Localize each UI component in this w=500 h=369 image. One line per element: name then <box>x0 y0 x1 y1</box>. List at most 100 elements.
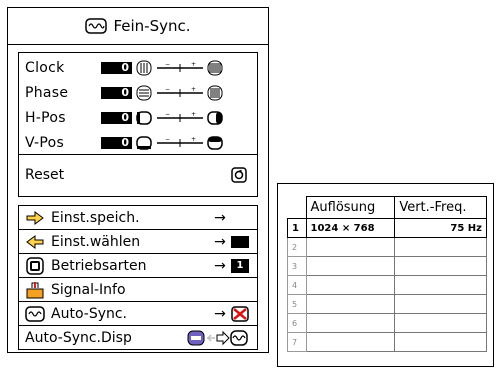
submenu-arrow: → <box>214 209 226 226</box>
select-arrow-icon <box>26 234 44 249</box>
auto-sync-off-icon <box>231 305 249 322</box>
freq-header: Vert.-Freq. <box>394 196 487 219</box>
resolution-header: Auflösung <box>305 196 396 219</box>
auto-sync-disp-options[interactable] <box>187 329 249 347</box>
auto-sync-icon <box>25 305 45 322</box>
menu-title-text: Fein-Sync. <box>113 17 191 35</box>
phase-max-icon <box>207 85 223 101</box>
svg-text:−: − <box>165 86 170 93</box>
row-resolution <box>305 256 396 276</box>
table-row[interactable]: 3 <box>287 256 487 276</box>
row-index: 2 <box>287 237 307 257</box>
menu-item-label: Betriebsarten <box>51 257 147 274</box>
menu-item-label: Einst.speich. <box>51 209 140 226</box>
row-index: 5 <box>287 294 307 314</box>
hpos-value: 0 <box>101 112 132 124</box>
row-index: 4 <box>287 275 307 295</box>
menu-item-label: Einst.wählen <box>51 233 141 250</box>
row-resolution <box>305 313 396 333</box>
row-freq <box>394 294 487 314</box>
adjust-row-phase[interactable]: Phase 0 − + <box>19 81 257 105</box>
svg-text:−: − <box>165 111 170 118</box>
table-row[interactable]: 4 <box>287 275 487 295</box>
menu-title: Fein-Sync. <box>8 8 268 45</box>
phase-value: 0 <box>101 87 132 99</box>
menu-item-select-settings[interactable]: Einst.wählen → <box>19 230 257 254</box>
vpos-label: V-Pos <box>25 134 65 151</box>
clock-slider[interactable]: − + <box>155 61 205 75</box>
table-row[interactable]: 6 <box>287 313 487 333</box>
svg-text:+: + <box>191 111 196 118</box>
row-resolution <box>305 237 396 257</box>
reset-label: Reset <box>25 167 65 183</box>
svg-text:+: + <box>191 86 196 93</box>
save-arrow-icon <box>26 210 44 225</box>
menu-item-auto-sync-disp[interactable]: Auto-Sync.Disp <box>19 326 257 350</box>
selected-slot-indicator <box>231 235 249 248</box>
svg-text:−: − <box>165 61 170 68</box>
hpos-slider[interactable]: − + <box>155 111 205 125</box>
adjust-row-clock[interactable]: Clock 0 − + <box>19 56 257 80</box>
modes-icon <box>26 256 44 275</box>
menu-item-label: Auto-Sync.Disp <box>25 330 132 346</box>
svg-text:+: + <box>191 61 196 68</box>
row-resolution <box>305 332 396 352</box>
row-index: 1 <box>287 218 307 238</box>
row-freq <box>394 237 487 257</box>
clock-max-icon <box>207 60 223 76</box>
submenu-arrow: → <box>214 233 226 250</box>
fine-sync-menu: Fein-Sync. Clock 0 − + Phase 0 − + H-Pos… <box>7 7 269 353</box>
clock-min-icon <box>136 60 152 76</box>
reset-row[interactable]: Reset <box>19 163 257 187</box>
phase-slider[interactable]: − + <box>155 86 205 100</box>
menu-item-label: Auto-Sync. <box>51 305 128 322</box>
row-index: 3 <box>287 256 307 276</box>
table-row[interactable]: 1 1024 × 768 75 Hz <box>287 218 487 238</box>
row-index: 6 <box>287 313 307 333</box>
menu-item-save-settings[interactable]: Einst.speich. → <box>19 206 257 230</box>
menu-item-signal-info[interactable]: Signal-Info <box>19 278 257 302</box>
menu-item-label: Signal-Info <box>51 281 126 298</box>
vpos-up-icon <box>207 135 223 150</box>
row-freq <box>394 332 487 352</box>
row-freq <box>394 313 487 333</box>
hpos-right-icon <box>207 111 223 125</box>
mode-badge: 1 <box>231 258 249 273</box>
hpos-label: H-Pos <box>25 110 66 126</box>
row-resolution <box>305 275 396 295</box>
vpos-value: 0 <box>101 136 132 149</box>
table-row[interactable]: 5 <box>287 294 487 314</box>
clock-label: Clock <box>25 60 65 76</box>
table-row[interactable]: 7 <box>287 332 487 352</box>
memory-table: Auflösung Vert.-Freq. 1 1024 × 768 75 Hz… <box>287 196 487 352</box>
vpos-down-icon <box>136 135 152 150</box>
index-header <box>288 197 307 219</box>
memory-table-inner: Auflösung Vert.-Freq. 1 1024 × 768 75 Hz… <box>287 196 487 352</box>
memory-table-panel: Auflösung Vert.-Freq. 1 1024 × 768 75 Hz… <box>277 183 494 367</box>
menu-item-auto-sync[interactable]: Auto-Sync. → <box>19 302 257 326</box>
clock-value: 0 <box>101 62 132 74</box>
submenu-arrow: → <box>214 305 226 322</box>
row-freq: 75 Hz <box>394 218 487 238</box>
svg-text:−: − <box>165 136 170 143</box>
svg-text:+: + <box>191 136 196 143</box>
row-freq <box>394 256 487 276</box>
fine-sync-icon <box>85 18 108 34</box>
adjustment-panel: Clock 0 − + Phase 0 − + H-Pos 0 − + V-Po… <box>18 52 258 197</box>
row-resolution: 1024 × 768 <box>305 218 396 238</box>
submenu-arrow: → <box>214 257 226 274</box>
phase-label: Phase <box>25 85 69 101</box>
row-freq <box>394 275 487 295</box>
reset-icon[interactable] <box>231 167 247 183</box>
adjust-row-hpos[interactable]: H-Pos 0 − + <box>19 106 257 130</box>
signal-info-icon <box>26 281 44 298</box>
phase-min-icon <box>136 85 152 101</box>
table-row[interactable]: 2 <box>287 237 487 257</box>
hpos-left-icon <box>136 111 152 125</box>
vpos-slider[interactable]: − + <box>155 136 205 150</box>
menu-item-modes[interactable]: Betriebsarten → 1 <box>19 254 257 278</box>
row-index: 7 <box>287 332 307 352</box>
menu-list: Einst.speich. → Einst.wählen → Betriebsa… <box>18 205 258 350</box>
row-resolution <box>305 294 396 314</box>
adjust-row-vpos[interactable]: V-Pos 0 − + <box>19 131 257 155</box>
